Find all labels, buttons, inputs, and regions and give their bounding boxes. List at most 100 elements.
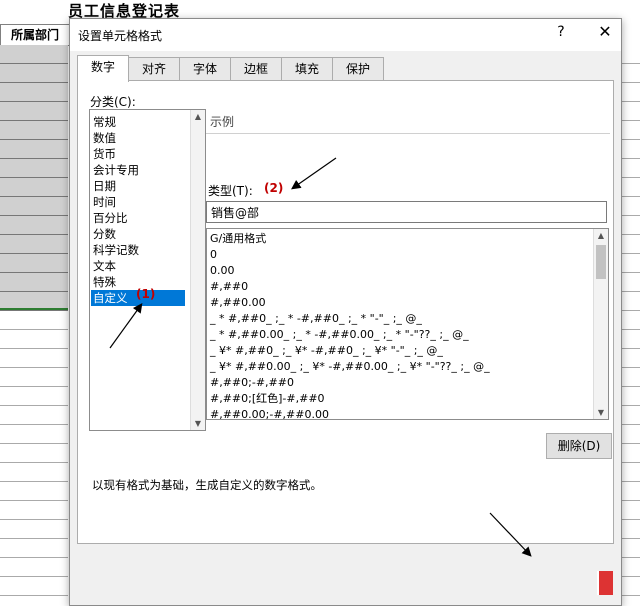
category-item-number[interactable]: 数值 <box>93 130 116 146</box>
format-item[interactable]: _ ¥* #,##0_ ;_ ¥* -#,##0_ ;_ ¥* "-"_ ;_ … <box>210 343 443 359</box>
grid-row[interactable] <box>622 368 640 387</box>
format-item[interactable]: _ ¥* #,##0.00_ ;_ ¥* -#,##0.00_ ;_ ¥* "-… <box>210 359 490 375</box>
format-list-scrollbar[interactable]: ▲ ▼ <box>593 229 608 419</box>
category-item-date[interactable]: 日期 <box>93 178 116 194</box>
grid-row[interactable] <box>0 45 68 64</box>
grid-row[interactable] <box>622 64 640 83</box>
grid-row[interactable] <box>0 520 68 539</box>
tab-protection[interactable]: 保护 <box>332 57 384 81</box>
category-item-special[interactable]: 特殊 <box>93 274 116 290</box>
grid-row[interactable] <box>622 45 640 64</box>
grid-row[interactable] <box>622 577 640 596</box>
grid-row[interactable] <box>622 254 640 273</box>
grid-row[interactable] <box>0 577 68 596</box>
grid-row[interactable] <box>622 178 640 197</box>
grid-row[interactable] <box>622 425 640 444</box>
grid-row[interactable] <box>0 64 68 83</box>
category-scrollbar[interactable]: ▲ ▼ <box>190 110 205 430</box>
category-item-currency[interactable]: 货币 <box>93 146 116 162</box>
grid-right[interactable] <box>622 45 640 605</box>
grid-row[interactable] <box>622 406 640 425</box>
category-item-percentage[interactable]: 百分比 <box>93 210 128 226</box>
category-list[interactable]: 常规 数值 货币 会计专用 日期 时间 百分比 分数 科学记数 文本 特殊 自定… <box>89 109 206 431</box>
category-item-scientific[interactable]: 科学记数 <box>93 242 139 258</box>
grid-row[interactable] <box>0 311 68 330</box>
grid-row[interactable] <box>0 83 68 102</box>
scroll-up-icon[interactable]: ▲ <box>191 112 205 121</box>
grid-row[interactable] <box>622 463 640 482</box>
grid-row[interactable] <box>0 463 68 482</box>
grid-row[interactable] <box>622 197 640 216</box>
grid-row[interactable] <box>0 178 68 197</box>
grid-row[interactable] <box>0 330 68 349</box>
grid-row[interactable] <box>0 349 68 368</box>
grid-left[interactable] <box>0 45 68 605</box>
grid-row[interactable] <box>622 482 640 501</box>
grid-row[interactable] <box>0 254 68 273</box>
grid-row[interactable] <box>622 349 640 368</box>
grid-row[interactable] <box>622 235 640 254</box>
grid-row[interactable] <box>622 558 640 577</box>
format-item[interactable]: 0 <box>210 247 217 263</box>
grid-row[interactable] <box>0 159 68 178</box>
grid-row[interactable] <box>622 273 640 292</box>
grid-row[interactable] <box>0 121 68 140</box>
category-item-accounting[interactable]: 会计专用 <box>93 162 139 178</box>
format-item[interactable]: G/通用格式 <box>210 231 266 247</box>
category-item-general[interactable]: 常规 <box>93 114 116 130</box>
format-item[interactable]: #,##0;[红色]-#,##0 <box>210 391 325 407</box>
grid-row[interactable] <box>622 83 640 102</box>
grid-row[interactable] <box>622 501 640 520</box>
close-button[interactable]: ✕ <box>594 22 616 41</box>
grid-row[interactable] <box>0 273 68 292</box>
delete-button[interactable]: 删除(D) <box>546 433 612 459</box>
grid-row[interactable] <box>622 539 640 558</box>
grid-row[interactable] <box>622 387 640 406</box>
type-input[interactable]: 销售@部 <box>206 201 607 223</box>
format-item[interactable]: _ * #,##0_ ;_ * -#,##0_ ;_ * "-"_ ;_ @_ <box>210 311 422 327</box>
grid-row[interactable] <box>0 387 68 406</box>
grid-row[interactable] <box>0 501 68 520</box>
grid-row[interactable] <box>622 520 640 539</box>
grid-row[interactable] <box>622 330 640 349</box>
category-item-text[interactable]: 文本 <box>93 258 116 274</box>
grid-row[interactable] <box>622 102 640 121</box>
grid-row[interactable] <box>0 235 68 254</box>
grid-row[interactable] <box>622 216 640 235</box>
format-item[interactable]: 0.00 <box>210 263 235 279</box>
grid-row[interactable] <box>622 311 640 330</box>
ok-button[interactable] <box>597 571 613 595</box>
scroll-up-icon[interactable]: ▲ <box>594 231 608 240</box>
grid-row[interactable] <box>622 444 640 463</box>
grid-row[interactable] <box>0 140 68 159</box>
help-button[interactable]: ? <box>550 24 572 40</box>
grid-row[interactable] <box>0 102 68 121</box>
grid-row[interactable] <box>622 140 640 159</box>
grid-row[interactable] <box>0 482 68 501</box>
grid-row[interactable] <box>0 558 68 577</box>
dialog-titlebar[interactable]: 设置单元格格式 ? ✕ <box>70 19 621 51</box>
format-item[interactable]: #,##0 <box>210 279 248 295</box>
tab-number[interactable]: 数字 <box>77 55 129 82</box>
scroll-down-icon[interactable]: ▼ <box>594 408 608 417</box>
grid-row[interactable] <box>0 444 68 463</box>
column-header-department[interactable]: 所属部门 <box>0 24 70 46</box>
grid-row[interactable] <box>0 197 68 216</box>
grid-row[interactable] <box>0 425 68 444</box>
grid-row[interactable] <box>0 539 68 558</box>
category-item-fraction[interactable]: 分数 <box>93 226 116 242</box>
tab-border[interactable]: 边框 <box>230 57 282 81</box>
grid-row[interactable] <box>622 292 640 311</box>
format-item[interactable]: _ * #,##0.00_ ;_ * -#,##0.00_ ;_ * "-"??… <box>210 327 469 343</box>
tab-font[interactable]: 字体 <box>179 57 231 81</box>
format-item[interactable]: #,##0;-#,##0 <box>210 375 294 391</box>
grid-row[interactable] <box>0 406 68 425</box>
grid-row[interactable] <box>0 368 68 387</box>
tab-fill[interactable]: 填充 <box>281 57 333 81</box>
grid-row[interactable] <box>622 159 640 178</box>
category-item-time[interactable]: 时间 <box>93 194 116 210</box>
format-code-list[interactable]: G/通用格式 0 0.00 #,##0 #,##0.00 _ * #,##0_ … <box>206 228 609 420</box>
tab-alignment[interactable]: 对齐 <box>128 57 180 81</box>
grid-row[interactable] <box>622 121 640 140</box>
format-item[interactable]: #,##0.00 <box>210 295 266 311</box>
